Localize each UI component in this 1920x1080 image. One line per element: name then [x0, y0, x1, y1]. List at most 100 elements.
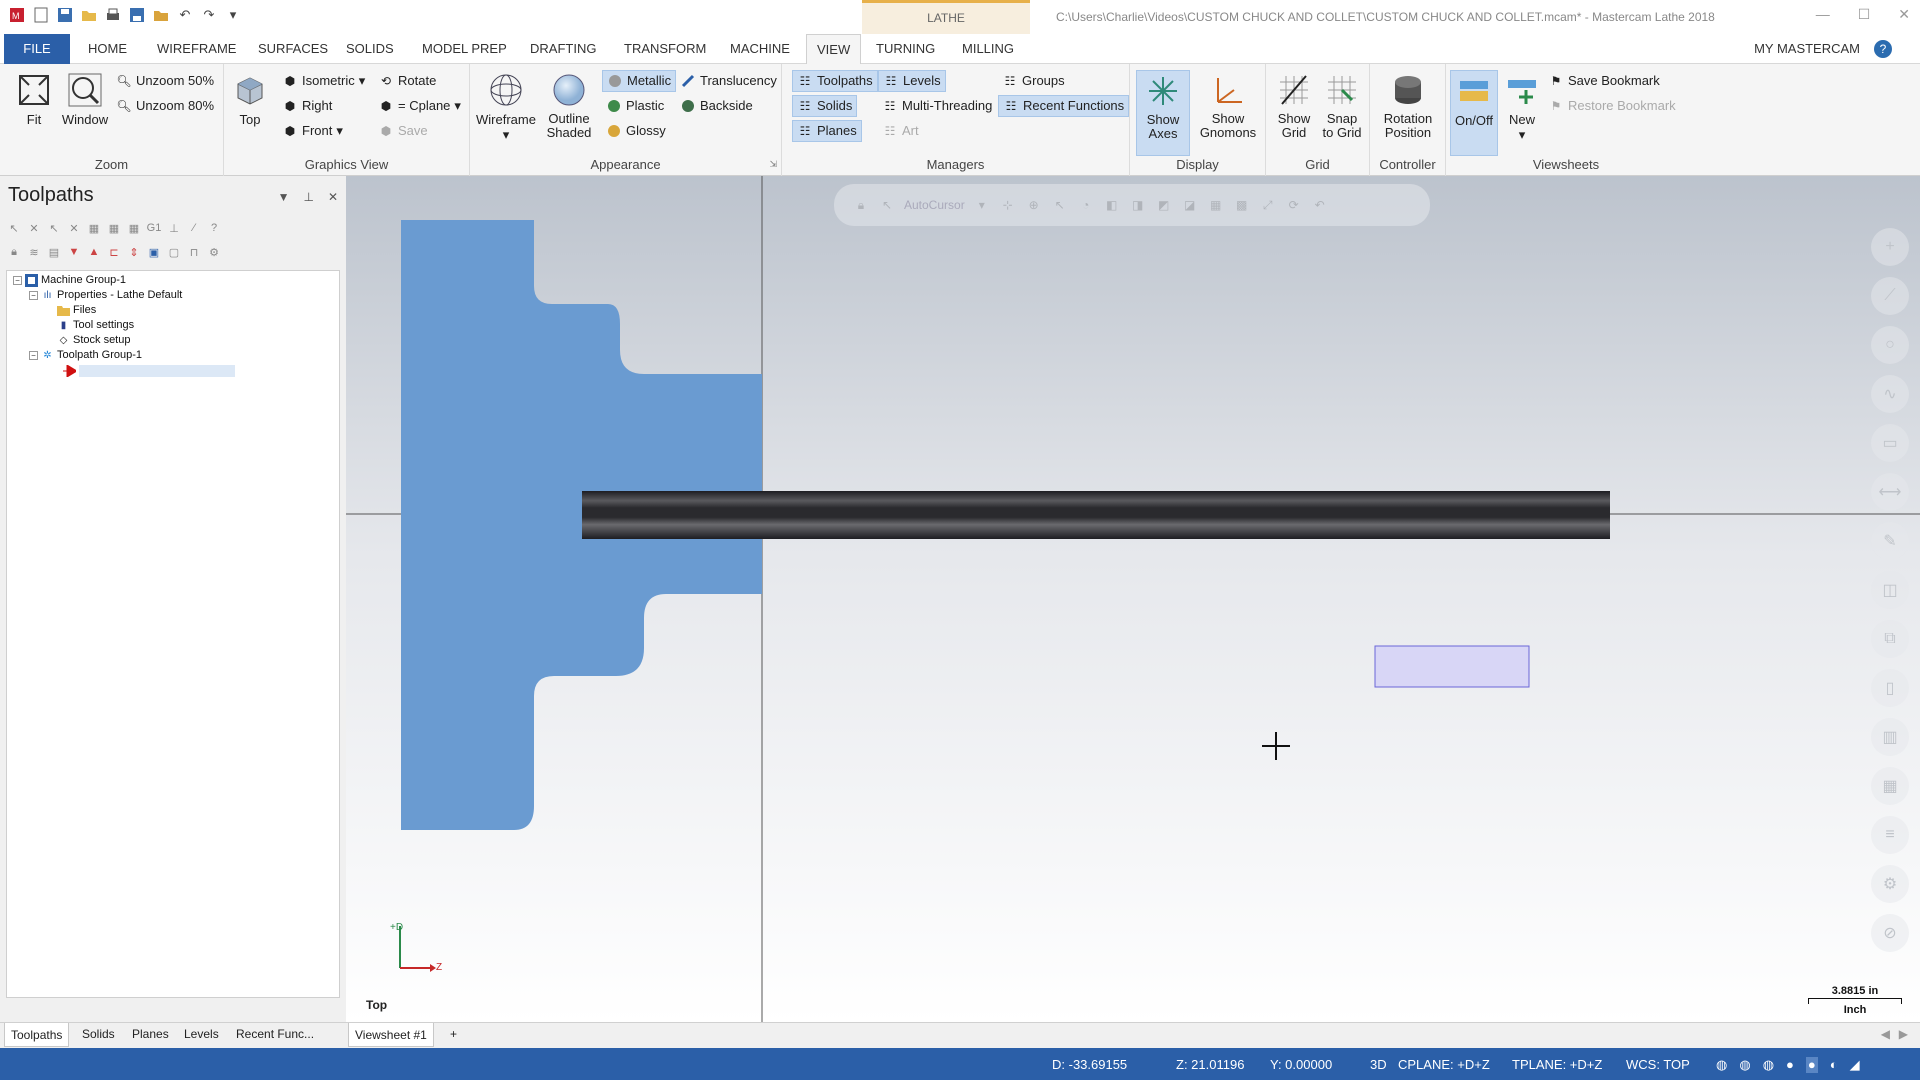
tab-wireframe[interactable]: WIREFRAME [147, 34, 246, 64]
tab-surfaces[interactable]: SURFACES [248, 34, 338, 64]
help-icon[interactable]: ? [1874, 40, 1892, 58]
tab-machine[interactable]: MACHINE [720, 34, 800, 64]
cursor-icon[interactable]: ↖ [878, 196, 896, 214]
minimize-icon[interactable]: — [1816, 6, 1830, 23]
copy-icon[interactable]: ▢ [166, 244, 182, 260]
filter-icon[interactable]: ▦ [1207, 196, 1225, 214]
post-icon[interactable]: ⊥ [166, 220, 182, 236]
solids-manager-button[interactable]: ☷ Solids [792, 95, 858, 117]
circle-icon[interactable]: ○ [1871, 326, 1909, 364]
tab-solids[interactable]: SOLIDS [336, 34, 404, 64]
vector-icon[interactable]: ⤢ [1259, 196, 1277, 214]
bottom-tab-recent[interactable]: Recent Func... [236, 1027, 314, 1041]
unzoom-80-button[interactable]: 🔍︎ Unzoom 80% [112, 95, 218, 117]
scroll-right-icon[interactable]: ▶ [1899, 1027, 1908, 1041]
window-select-icon[interactable]: ▩ [1233, 196, 1251, 214]
window-zoom-button[interactable]: Window [60, 70, 110, 127]
highfeed-icon[interactable]: ⁄ [186, 220, 202, 236]
tree-node-insert-arrow[interactable] [63, 363, 235, 378]
lock-icon[interactable]: 🔒︎ [852, 196, 870, 214]
select-entity-icon[interactable]: ⊕ [1025, 196, 1043, 214]
page-icon[interactable]: ▯ [1871, 669, 1909, 707]
tree-node-machine-group[interactable]: − Machine Group-1 [13, 273, 126, 288]
plastic-button[interactable]: Plastic [602, 95, 668, 117]
open-icon[interactable] [80, 6, 98, 24]
glossy-button[interactable]: Glossy [602, 120, 670, 142]
regenerate-dirty-icon[interactable]: ▦ [106, 220, 122, 236]
viewsheets-on-off-button[interactable]: On/Off [1450, 70, 1498, 156]
backside-button[interactable]: Backside [676, 95, 757, 117]
line-icon[interactable]: ⟋ [1871, 277, 1909, 315]
save-view-button[interactable]: ⬢ Save [374, 120, 432, 142]
verify-icon[interactable]: ⟳ [1285, 196, 1303, 214]
top-view-button[interactable]: Top [230, 70, 270, 127]
tree-node-stock-setup[interactable]: ◇ Stock setup [57, 333, 131, 348]
chart-icon[interactable]: ▥ [1871, 718, 1909, 756]
tree-node-properties[interactable]: − ılı Properties - Lathe Default [29, 288, 182, 303]
copy-icon[interactable]: ⧉ [1871, 620, 1909, 658]
move-down-icon[interactable]: ▼ [66, 244, 82, 260]
customize-icon[interactable]: ▾ [224, 6, 242, 24]
select-ops-icon[interactable]: ↖ [46, 220, 62, 236]
help-icon[interactable]: ? [206, 220, 222, 236]
chevron-down-icon[interactable]: ▾ [973, 196, 991, 214]
viewsheet-tab[interactable]: Viewsheet #1 [348, 1023, 434, 1047]
status-tplane[interactable]: TPLANE: +D+Z [1512, 1057, 1602, 1072]
merge-icon[interactable] [152, 6, 170, 24]
save-bookmark-button[interactable]: ⚑ Save Bookmark [1544, 70, 1664, 92]
tab-transform[interactable]: TRANSFORM [614, 34, 716, 64]
shading-icon[interactable]: ◐ [1830, 1057, 1838, 1073]
my-mastercam-link[interactable]: MY MASTERCAM [1754, 34, 1860, 64]
select-all-icon[interactable]: ↖ [6, 220, 22, 236]
autocursor-label[interactable]: AutoCursor [904, 198, 965, 212]
toolpaths-manager-button[interactable]: ☷ Toolpaths [792, 70, 878, 92]
status-wcs[interactable]: WCS: TOP [1626, 1057, 1690, 1072]
tab-model-prep[interactable]: MODEL PREP [412, 34, 517, 64]
globe-icon[interactable]: ◍ [1739, 1057, 1750, 1073]
show-axes-button[interactable]: Show Axes [1136, 70, 1190, 156]
undo-icon[interactable]: ↶ [176, 6, 194, 24]
settings-icon[interactable]: ⚙ [1871, 865, 1909, 903]
bottom-tab-levels[interactable]: Levels [184, 1027, 219, 1041]
tab-drafting[interactable]: DRAFTING [520, 34, 606, 64]
right-view-button[interactable]: ⬢ Right [278, 95, 336, 117]
add-viewsheet-button[interactable]: + [450, 1027, 457, 1041]
redo-icon[interactable]: ↷ [200, 6, 218, 24]
backplot-icon[interactable]: ▦ [126, 220, 142, 236]
dialog-launcher-icon[interactable]: ⇲ [769, 159, 777, 170]
face-select-icon[interactable]: ◨ [1129, 196, 1147, 214]
shading-icon[interactable]: ● [1786, 1057, 1794, 1073]
collapse-icon[interactable]: − [29, 291, 38, 300]
spline-icon[interactable]: ∿ [1871, 375, 1909, 413]
chevron-down-icon[interactable]: ▼ [278, 190, 290, 204]
levels-manager-button[interactable]: ☷ Levels [878, 70, 946, 92]
dimension-icon[interactable]: ⟷ [1871, 473, 1909, 511]
select-point-icon[interactable]: ⊹ [999, 196, 1017, 214]
layers-icon[interactable]: ≡ [1871, 816, 1909, 854]
mastercam-logo-icon[interactable]: M [8, 6, 26, 24]
tab-milling[interactable]: MILLING [952, 34, 1024, 64]
single-select-icon[interactable]: ▣ [146, 244, 162, 260]
unzoom-50-button[interactable]: 🔍︎ Unzoom 50% [112, 70, 218, 92]
cplane-button[interactable]: ⬢ = Cplane ▾ [374, 95, 465, 117]
multi-threading-button[interactable]: ☷ Multi-Threading [878, 95, 996, 117]
rotate-button[interactable]: ⟲ Rotate [374, 70, 440, 92]
tree-node-files[interactable]: Files [57, 303, 96, 318]
chain-icon[interactable]: ◔ [1077, 196, 1095, 214]
bottom-tab-solids[interactable]: Solids [82, 1027, 115, 1041]
tab-view[interactable]: VIEW [806, 34, 862, 64]
print-icon[interactable] [104, 6, 122, 24]
groups-manager-button[interactable]: ☷ Groups [998, 70, 1069, 92]
art-manager-button[interactable]: ☷ Art [878, 120, 923, 142]
collapse-icon[interactable]: − [13, 276, 22, 285]
tab-file[interactable]: FILE [4, 34, 70, 64]
tab-turning[interactable]: TURNING [866, 34, 945, 64]
scroll-left-icon[interactable]: ◀ [1881, 1027, 1890, 1041]
fit-button[interactable]: Fit [10, 70, 58, 127]
isometric-button[interactable]: ⬢ Isometric ▾ [278, 70, 369, 92]
trim-icon[interactable]: ✎ [1871, 522, 1909, 560]
lock-icon[interactable]: 🔒︎ [6, 244, 22, 260]
add-icon[interactable]: + [1871, 228, 1909, 266]
scroll-icon[interactable]: ⇕ [126, 244, 142, 260]
shading-icon[interactable]: ● [1805, 1057, 1818, 1073]
